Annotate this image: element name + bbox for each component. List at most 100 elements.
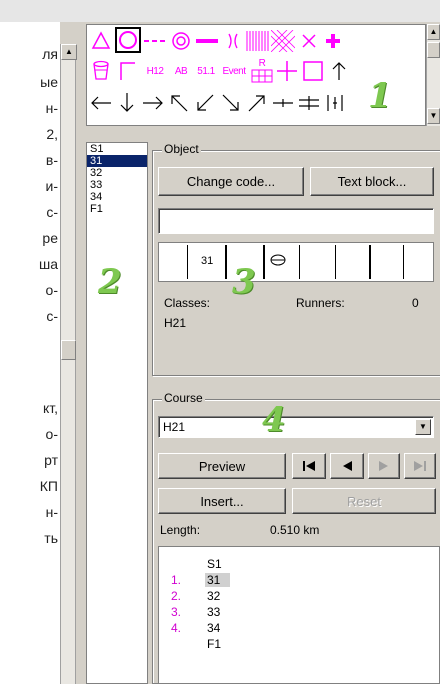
control-list-item[interactable]: 33 <box>87 179 147 191</box>
circle-icon[interactable] <box>115 27 141 53</box>
insert-button[interactable]: Insert... <box>158 488 286 514</box>
cup-icon[interactable] <box>89 59 113 83</box>
code-cell-value: 31 <box>201 255 214 267</box>
leg-number: 2. <box>171 589 182 603</box>
top-strip <box>0 0 440 22</box>
first-aid-icon[interactable] <box>321 29 345 53</box>
arrow-left-icon[interactable] <box>89 91 113 115</box>
palette-scroll-thumb[interactable] <box>427 42 440 58</box>
document-line: ша <box>38 256 58 272</box>
document-line: ть <box>44 530 58 546</box>
number-label-text: 51.1 <box>197 65 215 77</box>
plus-icon[interactable] <box>275 59 299 83</box>
arrow-up-right-icon[interactable] <box>245 91 269 115</box>
list-item[interactable]: 1. 31 <box>159 573 439 587</box>
vertical-hatch-icon[interactable] <box>245 29 269 53</box>
code-cell-divider <box>263 245 265 279</box>
scroll-thumb[interactable] <box>61 340 76 360</box>
object-text-field[interactable] <box>158 208 434 234</box>
corner-line-icon[interactable] <box>115 59 139 83</box>
next-control-button[interactable] <box>368 453 400 479</box>
reset-button[interactable]: Reset <box>292 488 436 514</box>
first-control-button[interactable] <box>292 453 326 479</box>
window-scrollbar[interactable]: ▲ <box>60 44 77 684</box>
arrow-down-right-icon[interactable] <box>219 91 243 115</box>
leg-number: 4. <box>171 621 182 635</box>
cross-mark-icon[interactable] <box>297 29 321 53</box>
letter-label-tool[interactable]: AB <box>169 59 193 83</box>
annotation-number: 2 <box>98 262 122 302</box>
skip-forward-icon <box>414 461 426 471</box>
text-block-button[interactable]: Text block... <box>310 167 434 196</box>
thick-line-icon[interactable] <box>195 29 219 53</box>
classes-label: Classes: <box>164 296 211 310</box>
object-group-title: Object <box>162 142 201 156</box>
control-list[interactable]: S1 31 32 33 34 F1 <box>86 142 148 684</box>
leg-code: 33 <box>207 605 221 619</box>
control-list-item-selected[interactable]: 31 <box>87 155 147 167</box>
leg-code-highlighted: 31 <box>205 573 231 587</box>
document-line: в- <box>45 152 58 168</box>
arrow-right-icon[interactable] <box>141 91 165 115</box>
triangle-icon[interactable] <box>89 29 113 53</box>
palette-scroll-up-button[interactable]: ▲ <box>427 24 440 40</box>
control-list-item[interactable]: S1 <box>87 143 147 155</box>
course-select-value: H21 <box>163 420 186 434</box>
course-select[interactable]: H21 ▼ <box>158 416 434 438</box>
course-group-title: Course <box>162 391 205 405</box>
text-block-label: Text block... <box>337 174 407 189</box>
previous-control-button[interactable] <box>330 453 364 479</box>
list-item[interactable]: 4. 34 <box>159 621 439 635</box>
palette-scroll-down-button[interactable]: ▼ <box>427 108 440 124</box>
leg-number: 3. <box>171 605 182 619</box>
document-line: ре <box>42 230 58 246</box>
list-item[interactable]: S1 <box>159 557 439 571</box>
code-cell-divider <box>225 245 227 279</box>
length-value: 0.510 km <box>270 523 320 537</box>
arrow-down-icon[interactable] <box>115 91 139 115</box>
double-circle-icon[interactable] <box>169 29 193 53</box>
document-line: 2, <box>46 126 58 142</box>
preview-button[interactable]: Preview <box>158 453 286 479</box>
crossing-point-icon[interactable] <box>221 29 245 53</box>
last-control-button[interactable] <box>404 453 436 479</box>
scroll-up-button[interactable]: ▲ <box>61 44 77 60</box>
preview-label: Preview <box>198 458 246 474</box>
number-label-tool[interactable]: 51.1 <box>193 59 219 83</box>
double-crossing-icon[interactable] <box>297 91 321 115</box>
course-leg-list[interactable]: S1 1. 31 2. 32 3. 33 4. 34 F1 <box>158 546 440 684</box>
change-code-button[interactable]: Change code... <box>158 167 304 196</box>
arrow-up-icon[interactable] <box>327 59 351 83</box>
cross-hatch-icon[interactable] <box>271 29 295 53</box>
background-document-text: ля ые н- 2, в- и- с- ре ша о- с- кт, о- … <box>0 0 60 684</box>
document-line: ля <box>42 46 58 62</box>
list-item[interactable]: 2. 32 <box>159 589 439 603</box>
leg-number: 1. <box>171 573 182 587</box>
document-line: кт, <box>42 400 58 416</box>
arrow-up-left-icon[interactable] <box>167 91 191 115</box>
dashed-line-icon[interactable] <box>143 29 167 53</box>
annotation-number: 3 <box>232 262 256 302</box>
chevron-down-icon[interactable]: ▼ <box>415 419 431 435</box>
code-cell-divider <box>335 245 336 279</box>
list-item[interactable]: F1 <box>159 637 439 651</box>
arrow-down-left-icon[interactable] <box>193 91 217 115</box>
document-line: о- <box>45 282 58 298</box>
control-list-item[interactable]: 34 <box>87 191 147 203</box>
runners-label: Runners: <box>296 296 345 310</box>
reset-label: Reset <box>347 493 381 509</box>
document-line: о- <box>45 426 58 442</box>
crossing-line-icon[interactable] <box>271 91 295 115</box>
class-label-tool[interactable]: H12 <box>140 59 170 83</box>
list-item[interactable]: 3. 33 <box>159 605 439 619</box>
passage-icon[interactable] <box>323 91 347 115</box>
control-list-item[interactable]: F1 <box>87 203 147 215</box>
control-list-item[interactable]: 32 <box>87 167 147 179</box>
rectangle-icon[interactable] <box>301 59 325 83</box>
document-line: н- <box>45 100 58 116</box>
code-cell-divider <box>299 245 300 279</box>
control-table-icon[interactable]: R <box>249 57 275 85</box>
class-label-text: H12 <box>146 65 164 77</box>
event-label-tool[interactable]: Event <box>219 59 249 83</box>
palette-scrollbar[interactable]: ▲ ▼ <box>426 24 440 126</box>
